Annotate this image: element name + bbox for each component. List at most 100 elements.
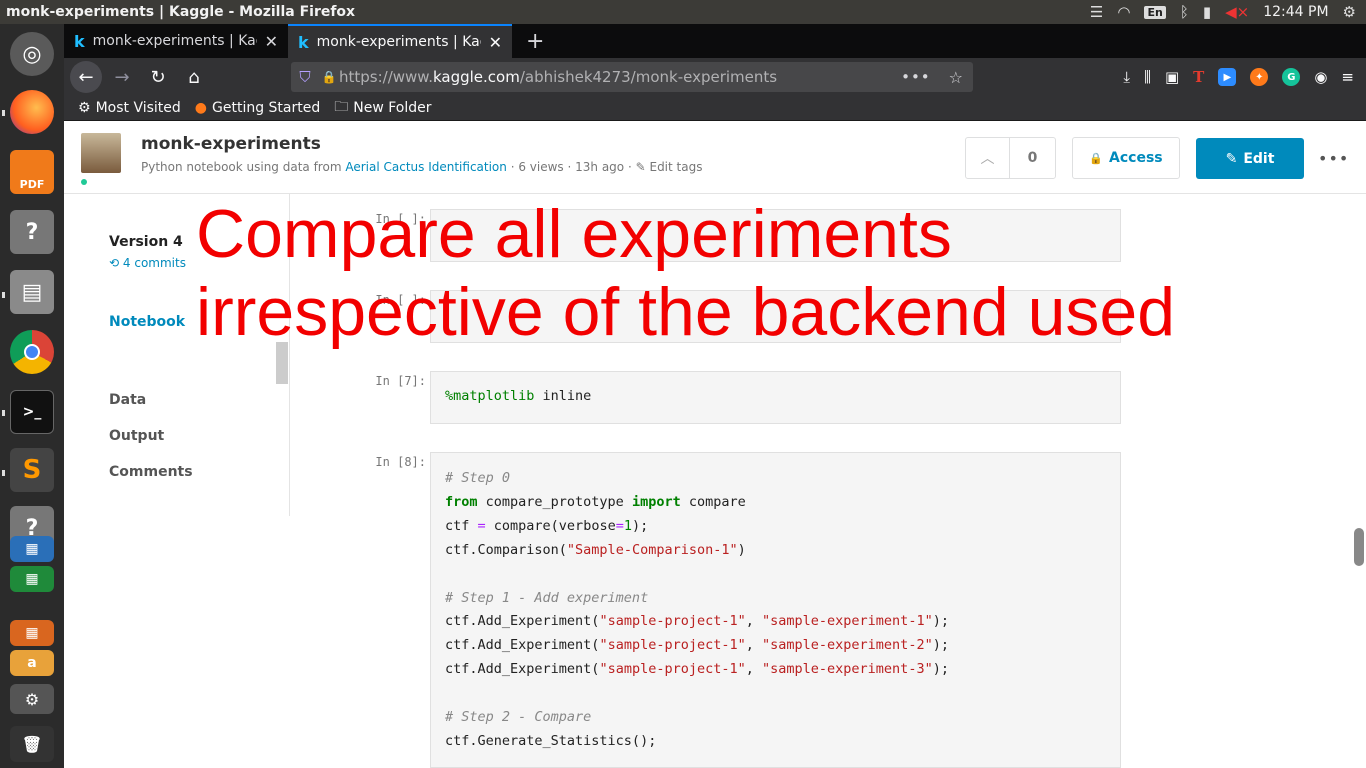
vote-widget: ︿ 0 [965, 137, 1056, 179]
ubuntu-dash-icon[interactable]: ◎ [10, 32, 54, 76]
overlay-line-2: irrespective of the backend used [196, 274, 1176, 350]
toolbar-right: ⤓ ⫼ ▣ T ▶ ✦ G ◉ ≡ [1123, 58, 1366, 96]
menu-icon[interactable]: ☰ [1090, 3, 1103, 21]
library-icon[interactable]: ⫼ [1144, 68, 1151, 86]
vote-count: 0 [1027, 150, 1038, 166]
libreoffice-impress-icon[interactable]: ▦ [10, 620, 54, 646]
commits-link[interactable]: ⟲ 4 commits [109, 256, 186, 270]
sidenav-item-data[interactable]: Data [109, 392, 146, 408]
settings-gear-icon[interactable]: ⚙ [1343, 3, 1356, 21]
kernel-title: monk-experiments [141, 134, 321, 154]
bluetooth-icon[interactable]: ᛒ [1180, 3, 1189, 21]
firefox-icon: ● [194, 100, 207, 116]
back-button[interactable]: ← [70, 61, 102, 93]
access-label: Access [1109, 150, 1163, 166]
sidenav-item-notebook[interactable]: Notebook [109, 314, 185, 330]
dataset-link[interactable]: Aerial Cactus Identification [345, 160, 507, 174]
home-button[interactable]: ⌂ [178, 61, 210, 93]
page-actions-icon[interactable]: ••• [893, 68, 939, 86]
code-cell[interactable]: # Step 0 from compare_prototype import c… [430, 452, 1121, 768]
avatar[interactable] [81, 133, 121, 173]
upvote-button[interactable]: ︿ [966, 138, 1010, 178]
bookmark-label: New Folder [353, 100, 432, 116]
pdf-label: PDF [19, 178, 45, 191]
libreoffice-calc-icon[interactable]: ▦ [10, 566, 54, 592]
launcher: ◎ PDF ? ▤ >_ S ? ▦ ▦ ▦ a ⚙ 🗑 [0, 24, 64, 768]
sidenav-item-comments[interactable]: Comments [109, 464, 193, 480]
gear-icon: ⚙ [78, 100, 91, 116]
close-tab-icon[interactable]: ✕ [265, 32, 278, 51]
sidebar-icon[interactable]: ▣ [1165, 68, 1179, 86]
forward-button[interactable]: → [106, 61, 138, 93]
grammarly-icon[interactable]: G [1282, 68, 1301, 86]
kernel-header: monk-experiments Python notebook using d… [64, 121, 1366, 194]
tracking-shield-icon[interactable]: ⛉ [291, 68, 319, 86]
sublime-text-icon[interactable]: S [10, 448, 54, 492]
help-icon[interactable]: ? [10, 210, 54, 254]
url-domain: kaggle.com [432, 68, 520, 86]
bookmark-label: Most Visited [95, 100, 181, 116]
bookmark-most-visited[interactable]: ⚙ Most Visited [78, 100, 181, 116]
account-icon[interactable]: ◉ [1314, 68, 1327, 86]
chrome-icon[interactable] [10, 330, 54, 374]
new-tab-button[interactable]: + [512, 24, 558, 58]
folder-icon: 🗀 [334, 99, 349, 115]
tab-label: monk-experiments | Kag [316, 34, 481, 50]
clock[interactable]: 12:44 PM [1263, 4, 1328, 20]
battery-icon[interactable]: ▮ [1203, 3, 1211, 21]
overlay-line-1: Compare all experiments [196, 196, 952, 272]
page-scrollbar[interactable] [1354, 528, 1364, 566]
amazon-icon[interactable]: a [10, 650, 54, 676]
kernel-meta: Python notebook using data from Aerial C… [141, 160, 702, 174]
sidenav-item-output[interactable]: Output [109, 428, 164, 444]
url-bar[interactable]: ⛉ 🔒 https://www.kaggle.com/abhishek4273/… [291, 62, 973, 92]
url-prefix: https://www. [339, 68, 433, 86]
browser-tab-active[interactable]: k monk-experiments | Kag ✕ [288, 24, 512, 58]
hamburger-menu-icon[interactable]: ≡ [1341, 68, 1354, 86]
close-tab-icon[interactable]: ✕ [489, 33, 502, 52]
more-options-icon[interactable]: ••• [1318, 149, 1349, 168]
code-cell[interactable]: %matplotlib inline [430, 371, 1121, 424]
window-title: monk-experiments | Kaggle - Mozilla Fire… [6, 4, 356, 20]
bookmark-new-folder[interactable]: 🗀 New Folder [334, 96, 431, 120]
overlay-caption: Compare all experiments irrespective of t… [196, 195, 1356, 351]
pencil-icon: ✎ [635, 160, 646, 174]
fox-extension-icon[interactable]: ✦ [1250, 68, 1269, 86]
edit-tags-link[interactable]: Edit tags [649, 160, 702, 174]
lock-icon[interactable]: 🔒 [319, 70, 339, 84]
reload-button[interactable]: ↻ [142, 61, 174, 93]
kaggle-favicon-icon: k [74, 31, 85, 51]
running-indicator [2, 110, 5, 116]
downloads-icon[interactable]: ⤓ [1123, 68, 1130, 86]
access-button[interactable]: 🔒 Access [1072, 137, 1180, 179]
system-top-bar: monk-experiments | Kaggle - Mozilla Fire… [0, 0, 1366, 24]
browser-tab[interactable]: k monk-experiments | Kag ✕ [64, 24, 288, 58]
meta-prefix: Python notebook using data from [141, 160, 342, 174]
wifi-icon[interactable]: ◠ [1117, 3, 1130, 21]
running-indicator [2, 410, 5, 416]
history-icon: ⟲ [109, 256, 120, 270]
commits-count: 4 commits [122, 256, 186, 270]
trash-icon[interactable]: 🗑 [10, 726, 54, 762]
bookmark-label: Getting Started [212, 100, 321, 116]
version-label: Version 4 [109, 234, 183, 250]
keyboard-layout-indicator[interactable]: En [1144, 5, 1166, 19]
system-settings-icon[interactable]: ⚙ [10, 684, 54, 714]
file-cabinet-icon[interactable]: ▤ [10, 270, 54, 314]
terminal-icon[interactable]: >_ [10, 390, 54, 434]
bookmark-getting-started[interactable]: ● Getting Started [195, 100, 320, 116]
bookmark-star-icon[interactable]: ☆ [939, 68, 973, 87]
kaggle-favicon-icon: k [298, 32, 309, 52]
libreoffice-writer-icon[interactable]: ▦ [10, 536, 54, 562]
firefox-icon[interactable] [10, 90, 54, 134]
running-indicator [2, 470, 5, 476]
edit-button[interactable]: ✎ Edit [1196, 138, 1304, 179]
cell-prompt: In [8]: [375, 455, 426, 469]
bookmarks-toolbar: ⚙ Most Visited ● Getting Started 🗀 New Fold… [64, 96, 1366, 121]
url-text[interactable]: https://www.kaggle.com/abhishek4273/monk… [339, 68, 893, 86]
foxit-pdf-icon[interactable]: PDF [10, 150, 54, 194]
online-status-dot [81, 179, 87, 185]
extension-t-icon[interactable]: T [1193, 68, 1204, 86]
zoom-extension-icon[interactable]: ▶ [1218, 68, 1237, 86]
volume-muted-icon[interactable]: ◀× [1225, 3, 1249, 21]
